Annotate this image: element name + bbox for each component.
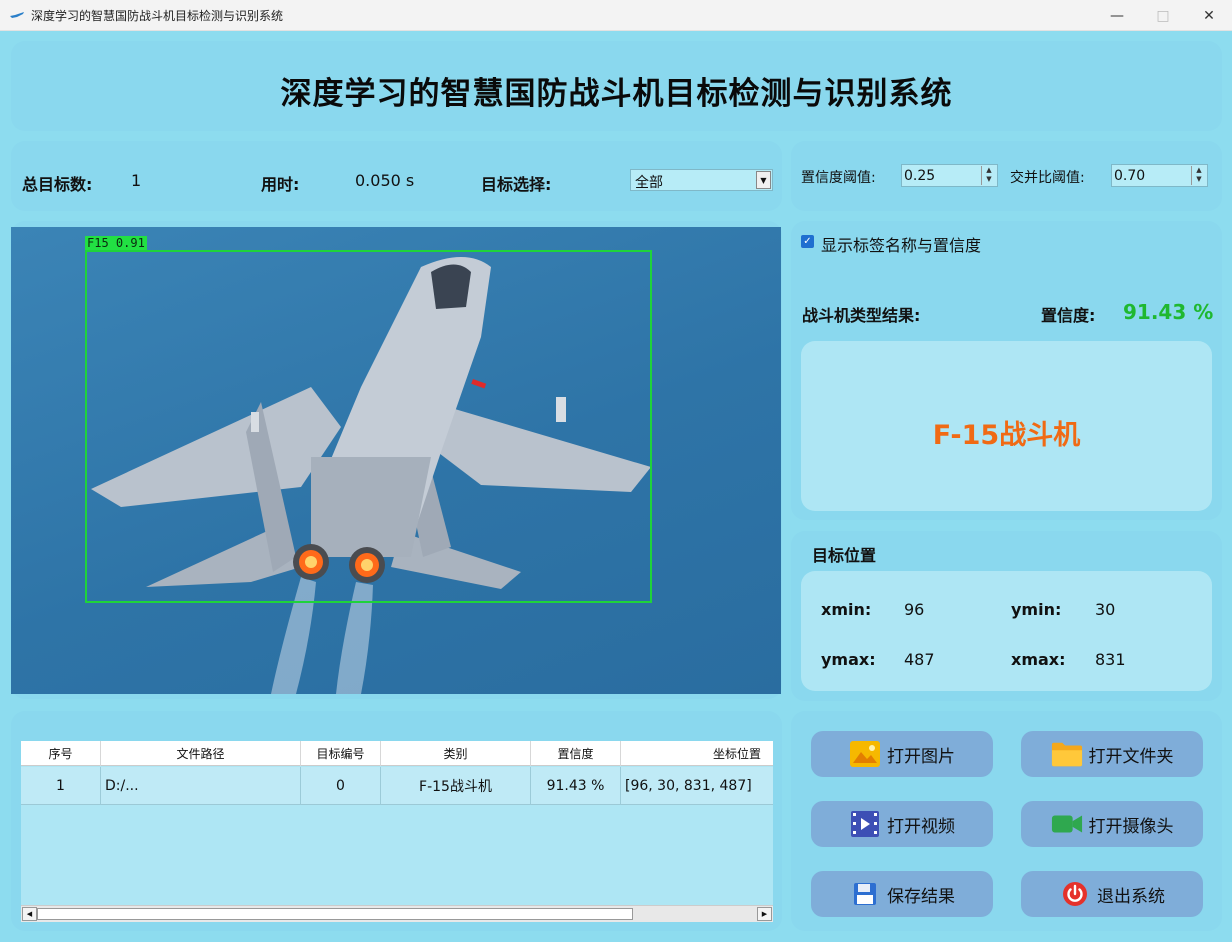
window-titlebar: 深度学习的智慧国防战斗机目标检测与识别系统 — □ ✕ — [0, 0, 1232, 31]
header-panel: 深度学习的智慧国防战斗机目标检测与识别系统 — [11, 41, 1222, 131]
threshold-panel: 置信度阈值: 0.25 ▲ ▼ 交并比阈值: 0.70 ▲ ▼ — [791, 141, 1222, 211]
stats-panel: 总目标数: 1 用时: 0.050 s 目标选择: 全部 ▼ — [11, 141, 782, 211]
window-title: 深度学习的智慧国防战斗机目标检测与识别系统 — [31, 9, 284, 23]
column-header[interactable]: 序号 — [21, 741, 101, 766]
column-header[interactable]: 坐标位置 — [621, 741, 773, 766]
save-icon — [849, 879, 881, 909]
spin-arrows-icon[interactable]: ▲ ▼ — [981, 166, 996, 185]
minimize-button[interactable]: — — [1094, 0, 1140, 31]
column-header[interactable]: 目标编号 — [301, 741, 381, 766]
open-image-label: 打开图片 — [887, 746, 955, 767]
column-header[interactable]: 类别 — [381, 741, 531, 766]
iou-threshold-label: 交并比阈值: — [1010, 170, 1085, 186]
chevron-down-icon[interactable]: ▼ — [756, 171, 771, 189]
folder-icon — [1051, 739, 1083, 769]
target-position-panel: 目标位置 xmin: 96 ymin: 30 ymax: 487 xmax: 8… — [791, 531, 1222, 701]
video-icon — [849, 809, 881, 839]
fighter-type-value: F-15战斗机 — [932, 420, 1081, 451]
save-result-label: 保存结果 — [887, 886, 955, 907]
total-targets-value: 1 — [131, 171, 142, 190]
open-camera-button[interactable]: 打开摄像头 — [1021, 801, 1203, 847]
open-image-button[interactable]: 打开图片 — [811, 731, 993, 777]
table-cell: [96, 30, 831, 487] — [625, 778, 752, 794]
show-label-checkbox[interactable]: ✓ — [801, 235, 814, 248]
results-table[interactable]: 序号 文件路径 目标编号 类别 置信度 坐标位置 1 D:/... 0 F-15… — [21, 741, 773, 922]
result-panel: ✓ 显示标签名称与置信度 战斗机类型结果: 置信度: 91.43 % F-15战… — [791, 221, 1222, 520]
ymax-value: 487 — [904, 650, 935, 669]
open-folder-label: 打开文件夹 — [1088, 746, 1174, 767]
table-cell: F-15战斗机 — [381, 767, 531, 805]
spin-arrows-icon[interactable]: ▲ ▼ — [1191, 166, 1206, 185]
results-table-panel: 序号 文件路径 目标编号 类别 置信度 坐标位置 1 D:/... 0 F-15… — [11, 711, 782, 931]
table-header: 序号 文件路径 目标编号 类别 置信度 坐标位置 — [21, 741, 773, 766]
position-title: 目标位置 — [812, 546, 877, 565]
actions-panel: 打开图片 打开文件夹 打开视频 打开摄像头 保存结果 退出系统 — [791, 711, 1222, 931]
open-video-label: 打开视频 — [887, 816, 955, 837]
exit-system-button[interactable]: 退出系统 — [1021, 871, 1203, 917]
open-video-button[interactable]: 打开视频 — [811, 801, 993, 847]
open-folder-button[interactable]: 打开文件夹 — [1021, 731, 1203, 777]
image-icon — [849, 739, 881, 769]
table-cell: 0 — [301, 767, 381, 805]
position-box: xmin: 96 ymin: 30 ymax: 487 xmax: 831 — [801, 571, 1212, 691]
app-icon — [10, 12, 24, 18]
table-row[interactable]: 1 D:/... 0 F-15战斗机 91.43 % [96, 30, 831,… — [21, 767, 773, 805]
xmin-label: xmin: — [821, 600, 872, 619]
exit-system-label: 退出系统 — [1097, 886, 1165, 907]
total-targets-label: 总目标数: — [22, 175, 93, 194]
target-select-label: 目标选择: — [481, 175, 552, 194]
xmax-label: xmax: — [1011, 650, 1066, 669]
iou-threshold-spinbox[interactable]: 0.70 ▲ ▼ — [1111, 164, 1208, 187]
detection-box-label: F15 0.91 — [85, 236, 147, 250]
fighter-type-label: 战斗机类型结果: — [802, 306, 921, 325]
ymax-label: ymax: — [821, 650, 876, 669]
horizontal-scrollbar[interactable]: ◀ ▶ — [21, 905, 773, 922]
xmax-value: 831 — [1095, 650, 1126, 669]
column-header[interactable]: 置信度 — [531, 741, 621, 766]
confidence-label: 置信度: — [1041, 306, 1096, 325]
table-cell: 91.43 % — [531, 767, 621, 805]
image-panel: F15 0.91 — [11, 221, 782, 699]
conf-threshold-label: 置信度阈值: — [801, 170, 876, 186]
power-icon — [1059, 879, 1091, 909]
conf-threshold-value: 0.25 — [904, 168, 936, 184]
scroll-left-icon[interactable]: ◀ — [22, 907, 37, 921]
scrollbar-thumb[interactable] — [37, 908, 633, 920]
fighter-type-box: F-15战斗机 — [801, 341, 1212, 511]
save-result-button[interactable]: 保存结果 — [811, 871, 993, 917]
target-select[interactable]: 全部 ▼ — [630, 169, 773, 191]
confidence-value: 91.43 % — [1123, 300, 1214, 324]
scroll-right-icon[interactable]: ▶ — [757, 907, 772, 921]
time-label: 用时: — [261, 175, 300, 194]
page-title: 深度学习的智慧国防战斗机目标检测与识别系统 — [280, 76, 953, 112]
camera-icon — [1051, 809, 1083, 839]
maximize-button[interactable]: □ — [1140, 0, 1186, 31]
show-label-text: 显示标签名称与置信度 — [821, 236, 982, 255]
ymin-value: 30 — [1095, 600, 1116, 619]
open-camera-label: 打开摄像头 — [1088, 816, 1174, 837]
table-cell: D:/... — [101, 767, 301, 805]
detection-image: F15 0.91 — [11, 227, 781, 694]
xmin-value: 96 — [904, 600, 925, 619]
conf-threshold-spinbox[interactable]: 0.25 ▲ ▼ — [901, 164, 998, 187]
target-select-value: 全部 — [635, 175, 663, 191]
iou-threshold-value: 0.70 — [1114, 168, 1146, 184]
time-value: 0.050 s — [355, 171, 415, 190]
detection-bounding-box — [85, 250, 652, 603]
table-cell: 1 — [21, 767, 101, 805]
ymin-label: ymin: — [1011, 600, 1062, 619]
close-button[interactable]: ✕ — [1186, 0, 1232, 31]
column-header[interactable]: 文件路径 — [101, 741, 301, 766]
